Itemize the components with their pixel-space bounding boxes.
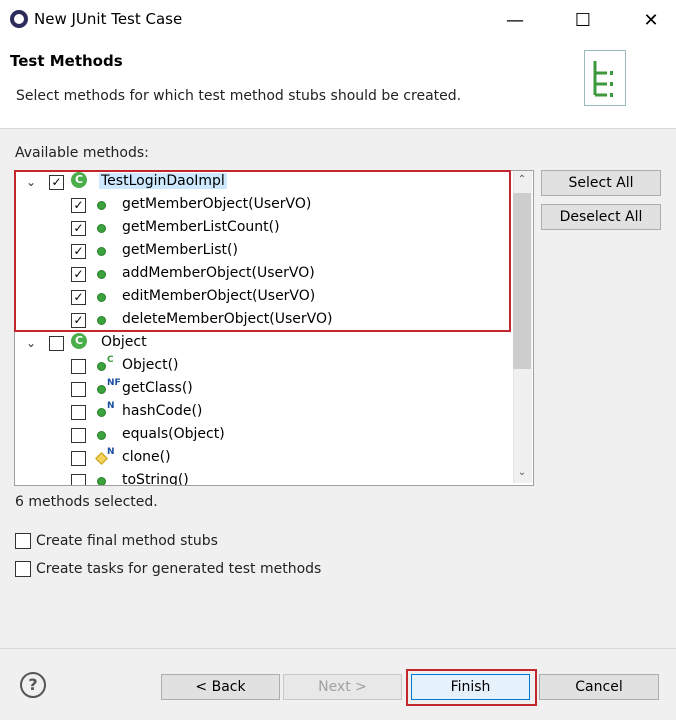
eclipse-icon (10, 10, 28, 28)
method-label: Object() (122, 357, 179, 373)
help-icon[interactable]: ? (20, 672, 46, 698)
method-label: equals(Object) (122, 426, 225, 442)
public-method-icon (97, 247, 106, 256)
class-icon: C (71, 172, 87, 188)
method-checkbox[interactable] (71, 451, 86, 466)
method-modifier-badge: N (107, 401, 115, 411)
public-method-icon (97, 293, 106, 302)
methods-tree[interactable]: ⌄ ✓ C TestLoginDaoImpl ✓ getMemberObject(… (14, 170, 534, 486)
method-label: deleteMemberObject(UserVO) (122, 311, 333, 327)
back-button[interactable]: < Back (161, 674, 280, 700)
method-row[interactable]: NF getClass() (15, 378, 511, 401)
tasks-label[interactable]: Create tasks for generated test methods (36, 561, 321, 577)
page-description: Select methods for which test method stu… (16, 88, 462, 104)
select-all-button[interactable]: Select All (541, 170, 661, 196)
minimize-icon[interactable]: — (492, 0, 538, 40)
scroll-up-icon[interactable]: ⌃ (513, 171, 531, 189)
method-checkbox[interactable]: ✓ (71, 244, 86, 259)
method-checkbox[interactable] (71, 359, 86, 374)
wizard-header: Test Methods Select methods for which te… (0, 40, 676, 129)
method-row[interactable]: ✓ getMemberListCount() (15, 217, 511, 240)
window-title: New JUnit Test Case (34, 10, 183, 28)
method-checkbox[interactable]: ✓ (71, 267, 86, 282)
method-checkbox[interactable] (71, 474, 86, 485)
method-row[interactable]: equals(Object) (15, 424, 511, 447)
method-checkbox[interactable]: ✓ (71, 313, 86, 328)
public-method-icon (97, 224, 106, 233)
selection-status: 6 methods selected. (15, 494, 158, 510)
final-stubs-checkbox[interactable] (15, 533, 31, 549)
method-label: getClass() (122, 380, 193, 396)
method-row[interactable]: ✓ addMemberObject(UserVO) (15, 263, 511, 286)
method-label: clone() (122, 449, 171, 465)
scroll-thumb[interactable] (513, 193, 531, 369)
method-row[interactable]: ✓ deleteMemberObject(UserVO) (15, 309, 511, 332)
method-label: getMemberListCount() (122, 219, 280, 235)
chevron-down-icon[interactable]: ⌄ (25, 337, 37, 349)
class-icon: C (71, 333, 87, 349)
class-checkbox[interactable]: ✓ (49, 175, 64, 190)
protected-method-icon (95, 452, 108, 465)
method-row[interactable]: Nclone() (15, 447, 511, 470)
method-modifier-badge: C (107, 355, 114, 365)
method-label: getMemberList() (122, 242, 238, 258)
scroll-down-icon[interactable]: ⌄ (513, 464, 531, 482)
public-method-icon (97, 201, 106, 210)
method-checkbox[interactable] (71, 428, 86, 443)
final-stubs-label[interactable]: Create final method stubs (36, 533, 218, 549)
method-row[interactable]: NhashCode() (15, 401, 511, 424)
method-checkbox[interactable] (71, 405, 86, 420)
page-title: Test Methods (10, 52, 123, 70)
public-method-icon (97, 385, 106, 394)
public-method-icon (97, 431, 106, 440)
public-method-icon (97, 316, 106, 325)
deselect-all-button[interactable]: Deselect All (541, 204, 661, 230)
class-name: TestLoginDaoImpl (99, 173, 227, 189)
chevron-down-icon[interactable]: ⌄ (25, 176, 37, 188)
method-row[interactable]: ✓ editMemberObject(UserVO) (15, 286, 511, 309)
method-row[interactable]: toString() (15, 470, 511, 486)
method-label: editMemberObject(UserVO) (122, 288, 316, 304)
method-label: addMemberObject(UserVO) (122, 265, 315, 281)
maximize-icon[interactable]: ☐ (560, 0, 606, 40)
method-checkbox[interactable]: ✓ (71, 198, 86, 213)
method-checkbox[interactable] (71, 382, 86, 397)
method-checkbox[interactable]: ✓ (71, 290, 86, 305)
method-checkbox[interactable]: ✓ (71, 221, 86, 236)
footer-divider (0, 648, 676, 649)
cancel-button[interactable]: Cancel (539, 674, 659, 700)
method-label: hashCode() (122, 403, 203, 419)
method-label: getMemberObject(UserVO) (122, 196, 312, 212)
public-method-icon (97, 477, 106, 485)
method-row[interactable]: ✓ getMemberList() (15, 240, 511, 263)
object-name: Object (101, 334, 147, 350)
tree-object-node[interactable]: ⌄ C Object (15, 332, 511, 355)
next-button[interactable]: Next > (283, 674, 402, 700)
public-method-icon (97, 270, 106, 279)
method-modifier-badge: NF (107, 378, 121, 388)
object-checkbox[interactable] (49, 336, 64, 351)
public-method-icon (97, 408, 106, 417)
finish-button[interactable]: Finish (411, 674, 530, 700)
test-tree-icon (584, 50, 626, 106)
tasks-checkbox[interactable] (15, 561, 31, 577)
method-label: toString() (122, 472, 189, 486)
public-method-icon (97, 362, 106, 371)
method-row[interactable]: C Object() (15, 355, 511, 378)
title-bar: New JUnit Test Case — ☐ ✕ (0, 0, 676, 40)
close-icon[interactable]: ✕ (628, 0, 674, 40)
method-modifier-badge: N (107, 447, 115, 457)
tree-class-node[interactable]: ⌄ ✓ C TestLoginDaoImpl (15, 171, 511, 194)
method-row[interactable]: ✓ getMemberObject(UserVO) (15, 194, 511, 217)
available-methods-label: Available methods: (15, 145, 149, 161)
